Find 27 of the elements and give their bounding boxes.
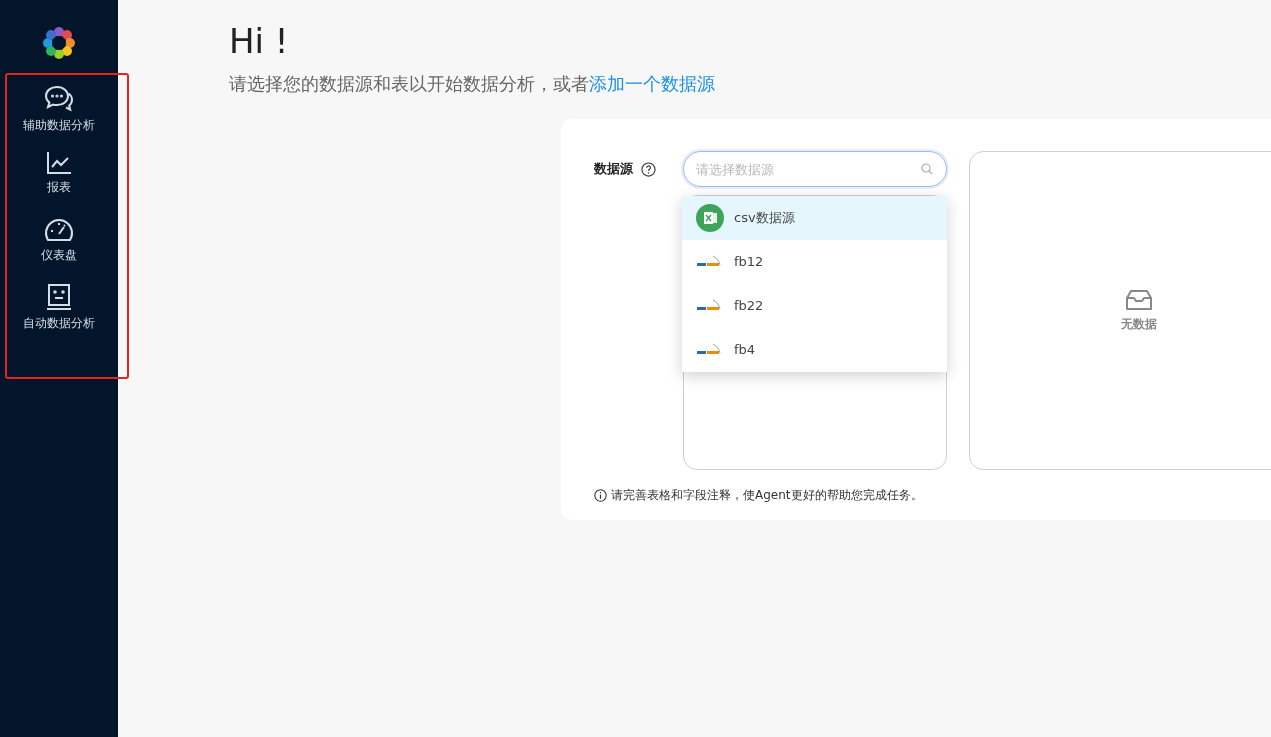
spreadsheet-icon xyxy=(696,204,724,232)
dropdown-option[interactable]: fb4 xyxy=(682,328,947,372)
sidebar-item[interactable]: 报表 xyxy=(0,151,118,217)
datasource-label: 数据源 xyxy=(594,160,633,179)
sidebar-item[interactable]: 自动数据分析 xyxy=(0,283,118,349)
subtitle-text: 请选择您的数据源和表以开始数据分析，或者添加一个数据源 xyxy=(229,72,716,96)
hint-text: 请完善表格和字段注释，使Agent更好的帮助您完成任务。 xyxy=(611,487,923,504)
chat-icon xyxy=(44,85,74,113)
help-icon xyxy=(641,161,656,177)
search-icon xyxy=(921,163,933,175)
database-logo-icon xyxy=(696,299,724,313)
dropdown-option[interactable]: fb22 xyxy=(682,284,947,328)
database-logo-icon xyxy=(696,343,724,357)
chart-icon xyxy=(46,151,72,175)
datasource-select[interactable]: 请选择数据源 xyxy=(683,151,947,187)
sidebar-item[interactable]: 仪表盘 xyxy=(0,217,118,283)
sidebar-item[interactable]: 辅助数据分析 xyxy=(0,85,118,151)
logo-icon xyxy=(41,25,77,61)
greeting-title: Hi ! xyxy=(229,20,290,62)
robot-icon xyxy=(46,283,72,311)
dropdown-option[interactable]: fb12 xyxy=(682,240,947,284)
inbox-icon xyxy=(1126,288,1152,311)
dropdown-option[interactable]: csv数据源 xyxy=(682,196,947,240)
database-logo-icon xyxy=(696,255,724,269)
info-icon xyxy=(594,488,607,502)
gauge-icon xyxy=(44,217,74,243)
empty-text: 无数据 xyxy=(1121,315,1157,333)
